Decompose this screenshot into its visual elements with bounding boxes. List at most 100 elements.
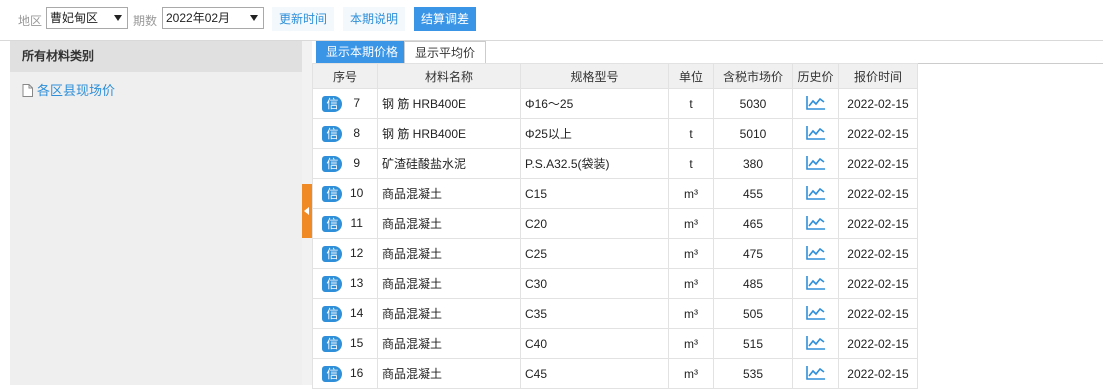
seq-cell: 信 13: [312, 268, 378, 299]
table-row[interactable]: 信 13 商品混凝土 C30 m³ 485 2022-02-15: [312, 268, 918, 299]
spec-cell: C35: [520, 298, 669, 329]
line-chart-icon[interactable]: [805, 365, 826, 380]
price-cell: 535: [713, 358, 793, 389]
seq-number: 12: [349, 245, 364, 260]
credit-badge-icon[interactable]: 信: [322, 305, 343, 322]
table-row[interactable]: 信 8 钢 筋 HRB400E Φ25以上 t 5010 2022-02-15: [312, 118, 918, 149]
spec-cell: C45: [520, 358, 669, 389]
collapse-handle[interactable]: [302, 184, 312, 238]
date-cell: 2022-02-15: [838, 148, 918, 179]
tab-average-price[interactable]: 显示平均价: [404, 41, 487, 63]
table-row[interactable]: 信 14 商品混凝土 C35 m³ 505 2022-02-15: [312, 298, 918, 329]
sidebar-item-label: 各区县现场价: [37, 83, 116, 98]
seq-cell: 信 15: [312, 328, 378, 359]
name-cell: 商品混凝土: [377, 328, 521, 359]
header-history[interactable]: 历史价: [792, 63, 839, 89]
date-cell: 2022-02-15: [838, 88, 918, 119]
history-cell: [792, 178, 839, 209]
unit-cell: m³: [668, 238, 714, 269]
header-unit[interactable]: 单位: [668, 63, 714, 89]
credit-badge-icon[interactable]: 信: [322, 215, 343, 232]
credit-badge-icon[interactable]: 信: [322, 155, 343, 172]
spec-cell: Φ25以上: [520, 118, 669, 149]
line-chart-icon[interactable]: [805, 215, 826, 230]
unit-cell: m³: [668, 358, 714, 389]
seq-number: 10: [349, 185, 364, 200]
line-chart-icon[interactable]: [805, 275, 826, 290]
history-cell: [792, 268, 839, 299]
header-price[interactable]: 含税市场价: [713, 63, 793, 89]
credit-badge-icon[interactable]: 信: [322, 365, 343, 382]
unit-cell: m³: [668, 298, 714, 329]
settlement-button[interactable]: 结算调差: [414, 7, 477, 31]
credit-badge-icon[interactable]: 信: [322, 335, 343, 352]
seq-number: 15: [349, 335, 364, 350]
table-row[interactable]: 信 10 商品混凝土 C15 m³ 455 2022-02-15: [312, 178, 918, 209]
table-row[interactable]: 信 15 商品混凝土 C40 m³ 515 2022-02-15: [312, 328, 918, 359]
sidebar: 所有材料类别 各区县现场价: [10, 41, 302, 385]
credit-badge-icon[interactable]: 信: [322, 185, 343, 202]
header-seq[interactable]: 序号: [312, 63, 378, 89]
line-chart-icon[interactable]: [805, 305, 826, 320]
table-row[interactable]: 信 16 商品混凝土 C45 m³ 535 2022-02-15: [312, 358, 918, 389]
line-chart-icon[interactable]: [805, 95, 826, 110]
period-select-value: 2022年02月: [166, 11, 231, 25]
history-cell: [792, 328, 839, 359]
document-icon: [22, 84, 33, 97]
name-cell: 钢 筋 HRB400E: [377, 118, 521, 149]
price-table: 序号 材料名称 规格型号 单位 含税市场价 历史价 报价时间 信 7 钢 筋 H…: [312, 63, 918, 389]
credit-badge-icon[interactable]: 信: [322, 125, 343, 142]
seq-number: 7: [353, 95, 361, 110]
sidebar-item-county-price[interactable]: 各区县现场价: [22, 80, 115, 99]
price-cell: 5030: [713, 88, 793, 119]
period-select[interactable]: 2022年02月: [162, 7, 264, 29]
line-chart-icon[interactable]: [805, 245, 826, 260]
spec-cell: C30: [520, 268, 669, 299]
table-header-row: 序号 材料名称 规格型号 单位 含税市场价 历史价 报价时间: [312, 63, 918, 89]
seq-number: 9: [353, 155, 361, 170]
tab-current-price[interactable]: 显示本期价格: [316, 41, 409, 63]
date-cell: 2022-02-15: [838, 118, 918, 149]
region-select-value: 曹妃甸区: [50, 11, 99, 25]
credit-badge-icon[interactable]: 信: [322, 245, 343, 262]
table-row[interactable]: 信 11 商品混凝土 C20 m³ 465 2022-02-15: [312, 208, 918, 239]
line-chart-icon[interactable]: [805, 335, 826, 350]
seq-cell: 信 7: [312, 88, 378, 119]
sidebar-header: 所有材料类别: [10, 41, 302, 72]
price-cell: 475: [713, 238, 793, 269]
history-cell: [792, 118, 839, 149]
header-spec[interactable]: 规格型号: [520, 63, 669, 89]
credit-badge-icon[interactable]: 信: [322, 95, 343, 112]
period-note-button[interactable]: 本期说明: [343, 7, 406, 31]
name-cell: 钢 筋 HRB400E: [377, 88, 521, 119]
name-cell: 矿渣硅酸盐水泥: [377, 148, 521, 179]
line-chart-icon[interactable]: [805, 125, 826, 140]
region-select[interactable]: 曹妃甸区: [46, 7, 128, 29]
credit-badge-icon[interactable]: 信: [322, 275, 343, 292]
update-time-button[interactable]: 更新时间: [272, 7, 335, 31]
line-chart-icon[interactable]: [805, 155, 826, 170]
price-cell: 380: [713, 148, 793, 179]
table-row[interactable]: 信 12 商品混凝土 C25 m³ 475 2022-02-15: [312, 238, 918, 269]
history-cell: [792, 358, 839, 389]
arrow-left-icon: [304, 207, 309, 215]
unit-cell: t: [668, 88, 714, 119]
date-cell: 2022-02-15: [838, 328, 918, 359]
history-cell: [792, 88, 839, 119]
seq-cell: 信 12: [312, 238, 378, 269]
seq-number: 11: [350, 215, 363, 230]
unit-cell: m³: [668, 208, 714, 239]
seq-cell: 信 9: [312, 148, 378, 179]
chevron-down-icon: [250, 15, 258, 21]
spec-cell: C40: [520, 328, 669, 359]
name-cell: 商品混凝土: [377, 178, 521, 209]
table-row[interactable]: 信 9 矿渣硅酸盐水泥 P.S.A32.5(袋装) t 380 2022-02-…: [312, 148, 918, 179]
header-name[interactable]: 材料名称: [377, 63, 521, 89]
name-cell: 商品混凝土: [377, 298, 521, 329]
seq-cell: 信 8: [312, 118, 378, 149]
line-chart-icon[interactable]: [805, 185, 826, 200]
header-date[interactable]: 报价时间: [838, 63, 918, 89]
seq-number: 14: [349, 305, 364, 320]
spec-cell: P.S.A32.5(袋装): [520, 148, 669, 179]
table-row[interactable]: 信 7 钢 筋 HRB400E Φ16～25 t 5030 2022-02-15: [312, 88, 918, 119]
